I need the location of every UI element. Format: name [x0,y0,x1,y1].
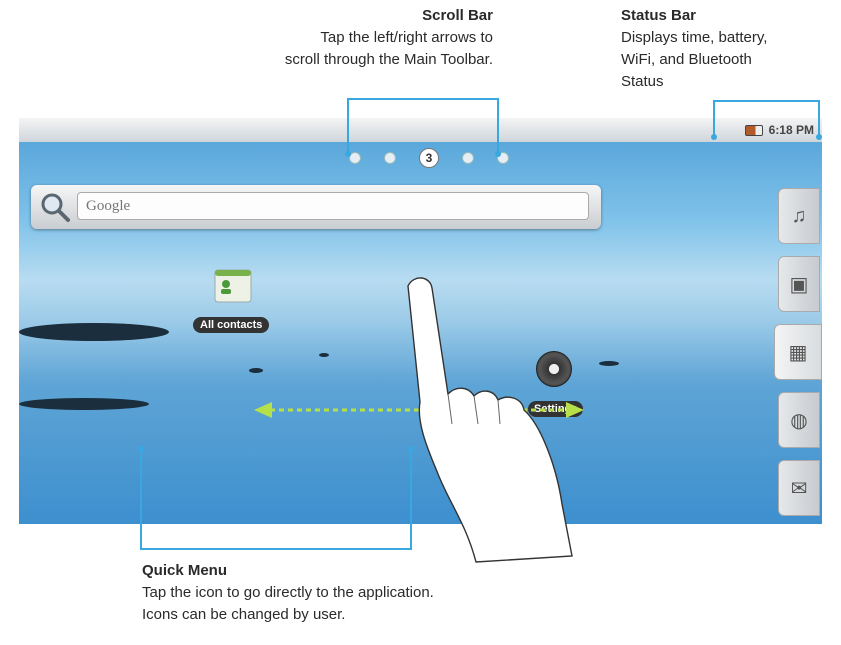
status-bar-desc-1: Displays time, battery, [621,29,768,46]
browser-icon[interactable]: ◍ [778,392,820,448]
scroll-dot-current[interactable]: 3 [419,148,439,168]
island-shape [19,323,169,341]
scroll-callout-line [497,98,499,153]
status-callout-line [818,100,820,136]
scroll-bar-title: Scroll Bar [422,7,493,24]
island-shape [319,353,329,357]
quick-menu-desc-1: Tap the icon to go directly to the appli… [142,584,434,601]
island-shape [249,368,263,373]
scroll-bar[interactable]: 3 [349,148,509,168]
music-icon[interactable]: ♫ [778,188,820,244]
island-shape [599,361,619,366]
status-bar-desc-2: WiFi, and Bluetooth [621,51,752,68]
search-icon[interactable] [39,191,71,223]
hand-gesture-icon [407,277,573,563]
scroll-callout-line [347,98,349,153]
status-bar-desc-3: Status [621,73,664,90]
search-widget[interactable] [31,185,601,229]
scroll-dot[interactable] [462,152,474,164]
status-callout-line [713,100,715,136]
app-drawer-icon[interactable]: ▦ [774,324,822,380]
quick-callout-line [140,450,142,550]
callout-dot [138,446,144,452]
scroll-bar-desc-1: Tap the left/right arrows to [320,29,493,46]
callout-dot [816,134,822,140]
contacts-icon[interactable] [213,266,253,306]
scroll-dot[interactable] [384,152,396,164]
status-area: 6:18 PM [744,121,814,139]
contacts-label[interactable]: All contacts [193,317,270,333]
battery-icon [744,124,763,136]
island-shape [19,398,149,410]
callout-dot [345,151,351,157]
quick-menu-callout: Quick Menu Tap the icon to go directly t… [142,560,602,626]
scroll-bar-callout: Scroll Bar Tap the left/right arrows to … [133,5,493,71]
status-bar-callout: Status Bar Displays time, battery, WiFi,… [621,5,836,93]
search-input[interactable] [77,192,589,220]
status-callout-line [713,100,820,102]
status-time: 6:18 PM [768,123,814,137]
scroll-bar-desc-2: scroll through the Main Toolbar. [284,51,493,68]
quick-launch-dock: ♫ ▣ ▦ ◍ ✉ [774,188,822,524]
quick-menu-desc-2: Icons can be changed by user. [142,606,346,623]
status-bar-title: Status Bar [621,7,697,24]
quick-callout-line [140,548,412,550]
scroll-callout-line [347,98,499,100]
email-icon[interactable]: ✉ [778,460,820,516]
status-bar: 6:18 PM [19,118,822,142]
callout-dot [495,151,501,157]
callout-dot [711,134,717,140]
gallery-icon[interactable]: ▣ [778,256,820,312]
